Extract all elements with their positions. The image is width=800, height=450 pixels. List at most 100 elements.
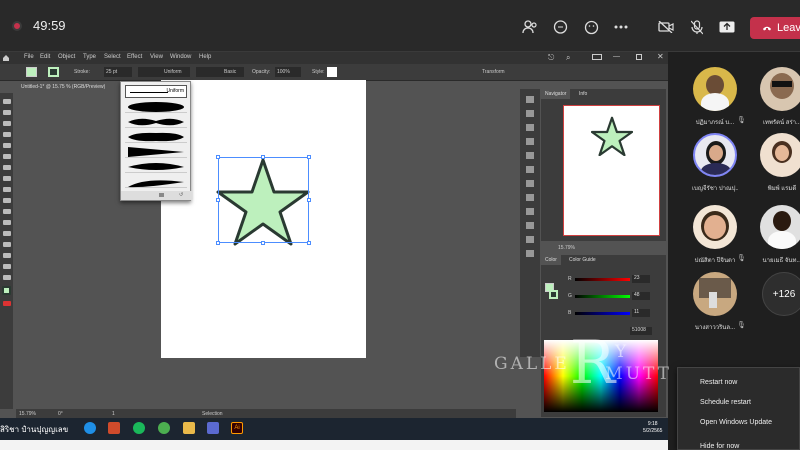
menu-edit[interactable]: Edit: [40, 54, 50, 60]
powerpoint-icon[interactable]: [108, 422, 120, 434]
opacity-field[interactable]: 100%: [275, 67, 301, 77]
participant-tile[interactable]: เทพรัตน์ สร่า...: [759, 67, 800, 127]
r-value[interactable]: 23: [632, 275, 650, 283]
pen-tool-icon[interactable]: [2, 121, 11, 126]
character-icon[interactable]: [526, 138, 534, 145]
selection-tool-icon[interactable]: [2, 99, 11, 104]
rotation-value[interactable]: 0°: [58, 411, 63, 417]
stroke-panel-icon[interactable]: [526, 222, 534, 229]
menu-select[interactable]: Select: [104, 54, 121, 60]
profile-2[interactable]: [125, 115, 187, 128]
profile-3[interactable]: [125, 130, 187, 143]
menu-restart-now[interactable]: Restart now: [700, 379, 737, 386]
handle[interactable]: [216, 198, 220, 202]
rectangle-tool-icon[interactable]: [2, 154, 11, 159]
menu-object[interactable]: Object: [58, 54, 75, 60]
transform-icon[interactable]: [526, 194, 534, 201]
pathfinder-icon[interactable]: [526, 208, 534, 215]
participant-tile[interactable]: นายเมธี จันท...: [759, 205, 800, 265]
home-icon[interactable]: [3, 55, 9, 61]
handle[interactable]: [216, 155, 220, 159]
menu-hide-for-now[interactable]: Hide for now: [700, 443, 739, 450]
color-stroke-swatch[interactable]: [549, 290, 558, 299]
participant-tile[interactable]: เบญจีรัชา ปาณปุ...: [692, 133, 738, 193]
line-tool-icon[interactable]: [2, 143, 11, 148]
handle[interactable]: [216, 241, 220, 245]
shape-builder-tool-icon[interactable]: [2, 231, 11, 236]
more-options-icon[interactable]: [610, 16, 632, 38]
handle[interactable]: [261, 155, 265, 159]
menu-view[interactable]: View: [150, 54, 163, 60]
selection-bounding-box[interactable]: [216, 155, 311, 245]
illustrator-icon[interactable]: Ai: [231, 422, 243, 434]
align-icon[interactable]: [526, 180, 534, 187]
chat-icon[interactable]: [549, 16, 571, 38]
menu-window[interactable]: Window: [170, 54, 191, 60]
share-icon[interactable]: ⎋: [548, 53, 554, 63]
transform-link[interactable]: Transform: [482, 69, 505, 75]
teams-icon[interactable]: [207, 422, 219, 434]
mic-off-icon[interactable]: [686, 16, 708, 38]
none-swatch-icon[interactable]: [2, 301, 11, 306]
stroke-weight-field[interactable]: 25 pt: [104, 67, 132, 77]
handle[interactable]: [307, 155, 311, 159]
fill-stroke-tool-icon[interactable]: [2, 286, 11, 295]
graph-tool-icon[interactable]: [2, 242, 11, 247]
gradient-icon[interactable]: [526, 236, 534, 243]
eraser-tool-icon[interactable]: [2, 187, 11, 192]
line-icon[interactable]: [133, 422, 145, 434]
r-slider[interactable]: [575, 278, 630, 281]
layers-icon[interactable]: [526, 110, 534, 117]
zoom-level[interactable]: 15.79%: [19, 411, 36, 417]
hand-tool-icon[interactable]: [2, 264, 11, 269]
trash-icon[interactable]: [159, 193, 164, 197]
graphic-style-swatch[interactable]: [327, 67, 337, 77]
handle[interactable]: [307, 198, 311, 202]
zoom-tool-icon[interactable]: [2, 275, 11, 280]
file-explorer-icon[interactable]: [183, 422, 195, 434]
direct-selection-tool-icon[interactable]: [2, 110, 11, 115]
libraries-icon[interactable]: [526, 124, 534, 131]
opentype-icon[interactable]: [526, 166, 534, 173]
width-tool-icon[interactable]: [2, 220, 11, 225]
navigator-preview[interactable]: [563, 105, 660, 236]
people-icon[interactable]: [519, 16, 541, 38]
edge-icon[interactable]: [84, 422, 96, 434]
tab-info[interactable]: Info: [575, 89, 591, 99]
g-value[interactable]: 48: [632, 292, 650, 300]
handle[interactable]: [261, 241, 265, 245]
menu-effect[interactable]: Effect: [127, 54, 142, 60]
camera-off-icon[interactable]: [655, 16, 677, 38]
rotate-tool-icon[interactable]: [2, 198, 11, 203]
profile-6[interactable]: [125, 175, 187, 188]
workspace-icon[interactable]: [592, 54, 602, 60]
tab-navigator[interactable]: Navigator: [541, 89, 571, 99]
participant-tile[interactable]: นางสาววรินล...: [692, 272, 738, 332]
pencil-tool-icon[interactable]: [2, 176, 11, 181]
menu-schedule-restart[interactable]: Schedule restart: [700, 399, 751, 406]
chrome-icon[interactable]: [158, 422, 170, 434]
navigator-zoom[interactable]: 15.79%: [558, 245, 575, 251]
maximize-icon[interactable]: [636, 54, 642, 60]
transparency-icon[interactable]: [526, 250, 534, 257]
eyedropper-tool-icon[interactable]: [2, 253, 11, 258]
participant-tile[interactable]: ปณัสิตา ปีจินดา: [692, 205, 738, 265]
menu-help[interactable]: Help: [199, 54, 211, 60]
tab-color[interactable]: Color: [541, 255, 561, 265]
brush-definition-dropdown[interactable]: Basic: [196, 67, 244, 77]
menu-type[interactable]: Type: [83, 54, 96, 60]
stroke-swatch[interactable]: [48, 67, 59, 77]
profile-1[interactable]: [125, 100, 187, 113]
profile-5[interactable]: [125, 160, 187, 173]
reset-icon[interactable]: ↺: [179, 192, 183, 198]
handle[interactable]: [307, 241, 311, 245]
share-screen-icon[interactable]: [716, 16, 738, 38]
properties-icon[interactable]: [526, 96, 534, 103]
tab-color-guide[interactable]: Color Guide: [565, 255, 600, 265]
profile-uniform[interactable]: Uniform: [125, 85, 187, 98]
leave-button[interactable]: Leave: [750, 17, 800, 39]
participant-tile[interactable]: พิมพ์ แรมดี: [759, 133, 800, 193]
profile-4[interactable]: [125, 145, 187, 158]
paragraph-icon[interactable]: [526, 152, 534, 159]
more-participants-button[interactable]: +126: [762, 272, 800, 316]
